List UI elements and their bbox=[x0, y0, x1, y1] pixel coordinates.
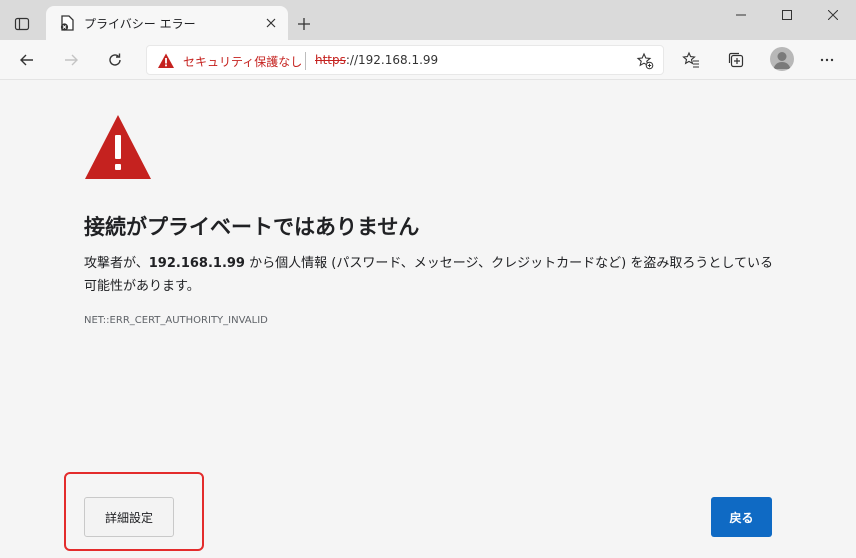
explanation-prefix: 攻撃者が、 bbox=[84, 256, 149, 271]
more-icon[interactable] bbox=[812, 46, 842, 74]
not-secure-warning-icon[interactable] bbox=[157, 52, 175, 70]
tab-strip: プライバシー エラー bbox=[0, 0, 856, 40]
refresh-icon[interactable] bbox=[100, 46, 130, 74]
page-heading: 接続がプライベートではありません bbox=[84, 215, 420, 239]
close-window-icon[interactable] bbox=[810, 0, 856, 30]
url-host: ://192.168.1.99 bbox=[345, 53, 439, 67]
error-page-icon bbox=[58, 14, 76, 32]
security-status-label[interactable]: セキュリティ保護なし bbox=[183, 53, 302, 70]
advanced-button[interactable]: 詳細設定 bbox=[84, 497, 174, 537]
url-scheme: https bbox=[315, 53, 346, 67]
favorites-icon[interactable] bbox=[676, 46, 706, 74]
warning-triangle-icon bbox=[84, 113, 152, 181]
collections-icon[interactable] bbox=[721, 46, 751, 74]
address-bar[interactable]: セキュリティ保護なし https://192.168.1.99 bbox=[146, 45, 664, 75]
browser-toolbar: セキュリティ保護なし https://192.168.1.99 bbox=[0, 40, 856, 80]
active-tab[interactable]: プライバシー エラー bbox=[46, 6, 288, 40]
close-tab-icon[interactable] bbox=[262, 14, 280, 32]
url-text[interactable]: https://192.168.1.99 bbox=[315, 53, 438, 67]
error-explanation: 攻撃者が、192.168.1.99 から個人情報 (パスワード、メッセージ、クレ… bbox=[84, 252, 774, 298]
omnibox-separator bbox=[305, 52, 306, 70]
maximize-icon[interactable] bbox=[764, 0, 810, 30]
back-icon[interactable] bbox=[12, 46, 42, 74]
add-favorite-icon[interactable] bbox=[635, 51, 655, 71]
back-to-safety-button[interactable]: 戻る bbox=[711, 497, 772, 537]
new-tab-icon[interactable] bbox=[292, 12, 316, 36]
tab-title: プライバシー エラー bbox=[84, 17, 196, 31]
profile-icon[interactable] bbox=[770, 47, 794, 71]
tab-actions-icon[interactable] bbox=[8, 10, 36, 38]
error-code[interactable]: NET::ERR_CERT_AUTHORITY_INVALID bbox=[84, 315, 268, 326]
forward-icon[interactable] bbox=[56, 46, 86, 74]
minimize-icon[interactable] bbox=[718, 0, 764, 30]
explanation-host: 192.168.1.99 bbox=[148, 256, 245, 271]
